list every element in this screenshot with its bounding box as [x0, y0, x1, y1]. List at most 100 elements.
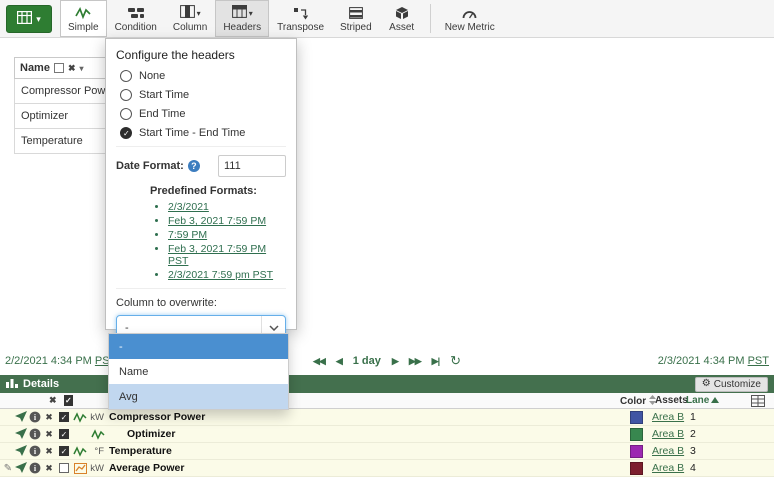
info-icon[interactable]: i: [28, 411, 42, 423]
option-dash[interactable]: -: [109, 334, 288, 359]
option-avg[interactable]: Avg: [109, 384, 288, 409]
radio-icon[interactable]: [120, 108, 132, 120]
info-icon[interactable]: i: [28, 462, 42, 474]
row-checkbox[interactable]: ✓: [59, 412, 69, 422]
headers-button-label: Headers: [223, 22, 261, 33]
row-checkbox[interactable]: [59, 463, 69, 473]
striped-button[interactable]: Striped: [332, 0, 380, 37]
unit-label: °F: [88, 446, 106, 457]
go-to-now-button[interactable]: ▶|: [432, 356, 439, 367]
radio-none[interactable]: None: [120, 70, 286, 82]
condition-icon: [128, 5, 144, 21]
column-overwrite-options: - Name Avg: [108, 333, 289, 410]
info-icon[interactable]: i: [28, 445, 42, 457]
list-item: Feb 3, 2021 7:59 PM: [168, 215, 286, 227]
navigate-icon[interactable]: [14, 462, 28, 474]
metric-icon: [72, 463, 88, 474]
chevron-down-icon[interactable]: ▾: [80, 64, 84, 73]
predefined-format-link[interactable]: Feb 3, 2021 7:59 PM: [168, 215, 266, 227]
toolbar: ▾ Simple Condition ▾ Column ▾ Headers: [0, 0, 774, 38]
color-swatch[interactable]: [630, 411, 643, 424]
radio-start-end-time[interactable]: Start Time - End Time: [120, 127, 286, 139]
list-item: 2/3/2021 7:59 pm PST: [168, 269, 286, 281]
item-name[interactable]: Temperature: [106, 445, 172, 457]
transpose-icon: [293, 5, 308, 21]
refresh-icon[interactable]: ↻: [450, 353, 461, 369]
checkbox-checked[interactable]: ✓: [64, 395, 73, 406]
select-all-checkbox[interactable]: ✓: [64, 395, 73, 406]
pan-forward-full-button[interactable]: ▶▶: [409, 356, 421, 367]
timezone-link[interactable]: PST: [748, 355, 769, 367]
navigate-icon[interactable]: [14, 411, 28, 423]
predefined-format-link[interactable]: Feb 3, 2021 7:59 PM PST: [168, 243, 266, 267]
predefined-formats-label: Predefined Formats:: [150, 185, 286, 197]
navigate-icon[interactable]: [14, 428, 28, 440]
new-metric-button[interactable]: New Metric: [437, 0, 503, 37]
column-button[interactable]: ▾ Column: [165, 0, 215, 37]
pan-back-full-button[interactable]: ◀◀: [313, 356, 325, 367]
detail-row[interactable]: i ✖ ✓ kW Compressor Power Area B 1: [0, 409, 774, 426]
remove-icon[interactable]: ✖: [42, 463, 56, 474]
color-swatch[interactable]: [630, 445, 643, 458]
detail-row[interactable]: i ✖ ✓ °F Temperature Area B 3: [0, 443, 774, 460]
edit-icon[interactable]: ✎: [2, 463, 14, 474]
range-navigation: ◀◀ ◀ 1 day ▶ ▶▶ ▶| ↻: [313, 353, 461, 369]
gear-icon: ⚙: [702, 379, 711, 389]
chevron-down-icon: ▾: [36, 15, 41, 24]
help-icon[interactable]: ?: [188, 160, 200, 172]
lane-value: 1: [690, 411, 696, 423]
radio-end-time[interactable]: End Time: [120, 108, 286, 120]
builder-row-label: Optimizer: [21, 110, 68, 122]
tab-condition[interactable]: Condition: [107, 0, 165, 37]
item-name[interactable]: Optimizer: [124, 428, 175, 440]
predefined-format-link[interactable]: 2/3/2021 7:59 pm PST: [168, 269, 273, 281]
bar-chart-icon: [6, 378, 18, 391]
remove-all-icon[interactable]: ✖: [49, 395, 57, 406]
detail-row[interactable]: i ✖ ✓ Optimizer Area B 2: [0, 426, 774, 443]
radio-icon[interactable]: [120, 89, 132, 101]
predefined-format-link[interactable]: 2/3/2021: [168, 201, 209, 213]
pan-forward-button[interactable]: ▶: [392, 356, 398, 367]
date-format-input[interactable]: [218, 155, 286, 177]
list-item: 2/3/2021: [168, 201, 286, 213]
column-checkbox[interactable]: [54, 63, 64, 73]
color-column-header[interactable]: Color: [620, 395, 656, 408]
option-name[interactable]: Name: [109, 359, 288, 384]
remove-icon[interactable]: ✖: [42, 446, 56, 457]
row-checkbox[interactable]: ✓: [59, 446, 69, 456]
remove-icon[interactable]: ✖: [42, 412, 56, 423]
remove-icon[interactable]: ✖: [42, 429, 56, 440]
asset-link[interactable]: Area B: [652, 428, 684, 440]
asset-link[interactable]: Area B: [652, 411, 684, 423]
builder-row-label: Compressor Power: [21, 85, 115, 97]
item-name[interactable]: Average Power: [106, 462, 184, 474]
remove-column-icon[interactable]: ✖: [68, 63, 76, 74]
predefined-format-link[interactable]: 7:59 PM: [168, 229, 207, 241]
row-checkbox[interactable]: ✓: [59, 429, 69, 439]
asset-link[interactable]: Area B: [652, 462, 684, 474]
pan-back-button[interactable]: ◀: [336, 356, 342, 367]
columns-icon[interactable]: [751, 395, 765, 410]
assets-column-header[interactable]: Assets: [655, 395, 688, 406]
radio-selected-icon[interactable]: [120, 127, 132, 139]
customize-button[interactable]: ⚙ Customize: [695, 377, 768, 392]
color-column-label: Color: [620, 396, 646, 407]
headers-button[interactable]: ▾ Headers: [215, 0, 269, 37]
table-view-button[interactable]: ▾: [6, 5, 52, 33]
radio-icon[interactable]: [120, 70, 132, 82]
color-swatch[interactable]: [630, 428, 643, 441]
detail-row[interactable]: ✎ i ✖ kW Average Power Area B 4: [0, 460, 774, 477]
range-end-text: 2/3/2021 4:34 PM: [658, 355, 745, 367]
asset-link[interactable]: Area B: [652, 445, 684, 457]
transpose-button[interactable]: Transpose: [269, 0, 332, 37]
asset-button[interactable]: Asset: [380, 0, 424, 37]
info-icon[interactable]: i: [28, 428, 42, 440]
duration-label[interactable]: 1 day: [353, 355, 381, 367]
radio-start-time[interactable]: Start Time: [120, 89, 286, 101]
item-name[interactable]: Compressor Power: [106, 411, 205, 423]
transpose-button-label: Transpose: [277, 22, 324, 33]
color-swatch[interactable]: [630, 462, 643, 475]
navigate-icon[interactable]: [14, 445, 28, 457]
tab-simple[interactable]: Simple: [60, 0, 107, 37]
lane-column-header[interactable]: Lane: [686, 395, 719, 406]
